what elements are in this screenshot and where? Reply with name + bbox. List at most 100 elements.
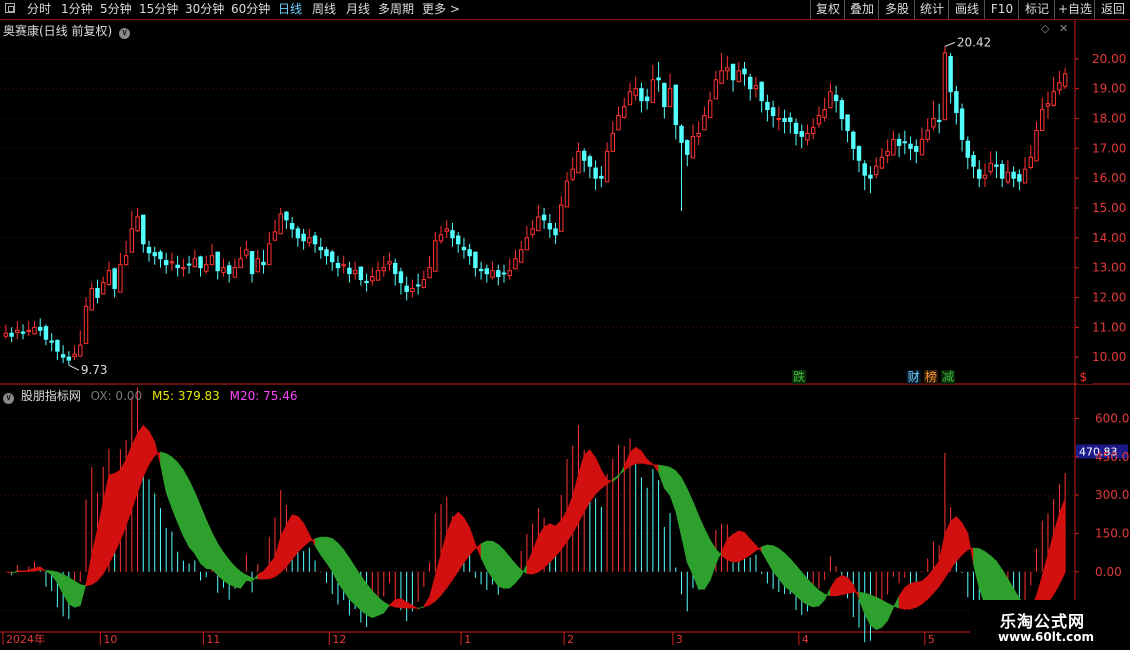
ma-ribbon-segment: [28, 567, 35, 572]
indicator-tick-label: 450.0: [1095, 450, 1129, 464]
candle-body: [375, 270, 381, 281]
ma-ribbon-segment: [85, 554, 93, 587]
candle-body: [123, 255, 129, 266]
ma-ribbon-segment: [572, 474, 579, 535]
ma-ribbon-segment: [549, 523, 556, 564]
ma-ribbon-segment: [142, 424, 150, 477]
candle-body: [690, 135, 696, 159]
candle-body: [198, 256, 203, 269]
ma-ribbon-segment: [601, 468, 608, 489]
candle-body: [135, 216, 140, 232]
candle-body: [507, 270, 512, 276]
candle-body: [839, 100, 845, 120]
ma-ribbon-segment: [938, 533, 946, 588]
candle-body: [759, 81, 764, 102]
candle-body: [1011, 171, 1016, 179]
date-axis: 2024年101112123452025/05/26/一: [2, 632, 1093, 646]
candle-body: [576, 150, 581, 174]
event-tag: 榜: [925, 369, 937, 384]
candle-body: [1005, 171, 1011, 183]
ma-ribbon-segment: [22, 569, 30, 573]
ma-ribbon-segment: [183, 468, 190, 548]
candle-body: [473, 251, 478, 269]
candle-body: [931, 118, 936, 128]
ma-ribbon-segment: [543, 523, 551, 569]
candle-body: [965, 140, 971, 158]
ma-ribbon-segment: [400, 598, 407, 609]
candle-body: [725, 67, 730, 72]
ma-ribbon-segment: [314, 536, 322, 557]
ma-ribbon-segment: [297, 515, 304, 553]
ma-ribbon-segment: [910, 581, 917, 610]
watermark: 乐淘公式网 www.60lt.com: [970, 600, 1130, 650]
ma-ribbon-segment: [366, 582, 373, 619]
ma-ribbon-segment: [967, 533, 974, 565]
ma-ribbon-segment: [566, 495, 574, 543]
ma-ribbon-segment: [240, 571, 247, 590]
ma-ribbon-segment: [795, 564, 803, 602]
candle-body: [559, 204, 564, 232]
watermark-url: www.60lt.com: [998, 630, 1095, 644]
ma-ribbon-segment: [102, 474, 110, 575]
ma-ribbon-segment: [812, 584, 820, 608]
candle-body: [805, 132, 810, 141]
indicator-dropdown-icon[interactable]: ∨: [3, 393, 14, 404]
candle-body: [518, 249, 524, 263]
ma-ribbon-segment: [372, 590, 379, 619]
candle-body: [289, 223, 295, 230]
indicator-header: ∨ 股朋指标网 OX: 0.00 M5: 379.83 M20: 75.46: [3, 387, 298, 404]
ma-ribbon-segment: [933, 559, 940, 594]
ma-ribbon-segment: [560, 509, 568, 551]
candle-body: [438, 234, 444, 242]
diamond-icon[interactable]: ◇: [1041, 22, 1049, 35]
price-tick-label: 11.00: [1092, 320, 1126, 334]
candle-body: [255, 258, 261, 273]
candle-body: [1017, 174, 1022, 182]
event-tags: 跌财榜减$涨: [792, 369, 1093, 384]
ma-ribbon-segment: [394, 598, 402, 609]
candle-body: [186, 263, 192, 266]
chart-canvas[interactable]: 20.429.73 470.83 20.0019.0018.0017.0016.…: [0, 0, 1130, 650]
candle-body: [765, 101, 770, 111]
ma-ribbon-segment: [148, 431, 156, 466]
price-tick-label: 15.00: [1092, 201, 1126, 215]
ma-ribbon-segment: [457, 511, 465, 573]
candle-body: [622, 106, 627, 118]
ma-ribbon-segment: [497, 543, 505, 589]
ma-ribbon-segment: [606, 478, 614, 485]
candle-body: [301, 233, 306, 242]
candle-body: [192, 258, 198, 267]
candle-body: [662, 82, 667, 108]
ma-ribbon-segment: [57, 571, 64, 595]
ma-ribbon-segment: [177, 461, 184, 537]
title-dropdown-icon[interactable]: ∨: [119, 28, 131, 39]
ma-ribbon-segment: [732, 530, 740, 563]
candle-body: [1040, 109, 1045, 131]
candle-body: [249, 251, 255, 275]
candle-body: [484, 268, 490, 275]
ma-ribbon-segment: [360, 574, 367, 616]
ma-ribbon-segment: [778, 547, 785, 588]
candle-body: [793, 122, 799, 134]
ma-ribbon-segment: [761, 544, 768, 563]
ma-ribbon-segment: [228, 559, 236, 588]
candle-body: [318, 246, 323, 251]
candle-body: [650, 79, 656, 103]
ma-ribbon-segment: [698, 515, 705, 590]
ma-ribbon-segment: [154, 441, 161, 465]
candle-body: [959, 108, 965, 140]
candle-body: [175, 264, 180, 269]
ma-ribbon-segment: [755, 544, 762, 553]
candle-body: [158, 251, 163, 260]
candle-body: [954, 91, 959, 114]
ma-ribbon-segment: [629, 446, 637, 467]
ma-ribbon-segment: [709, 538, 717, 581]
panel-close-icon[interactable]: ✕: [1059, 22, 1068, 35]
candle-body: [181, 267, 186, 270]
candle-body: [20, 331, 26, 334]
candle-body: [169, 261, 175, 264]
candle-body: [644, 96, 650, 102]
candle-body: [49, 340, 54, 343]
ma-ribbon-segment: [349, 557, 356, 606]
ma-ribbon-segment: [1053, 513, 1060, 595]
